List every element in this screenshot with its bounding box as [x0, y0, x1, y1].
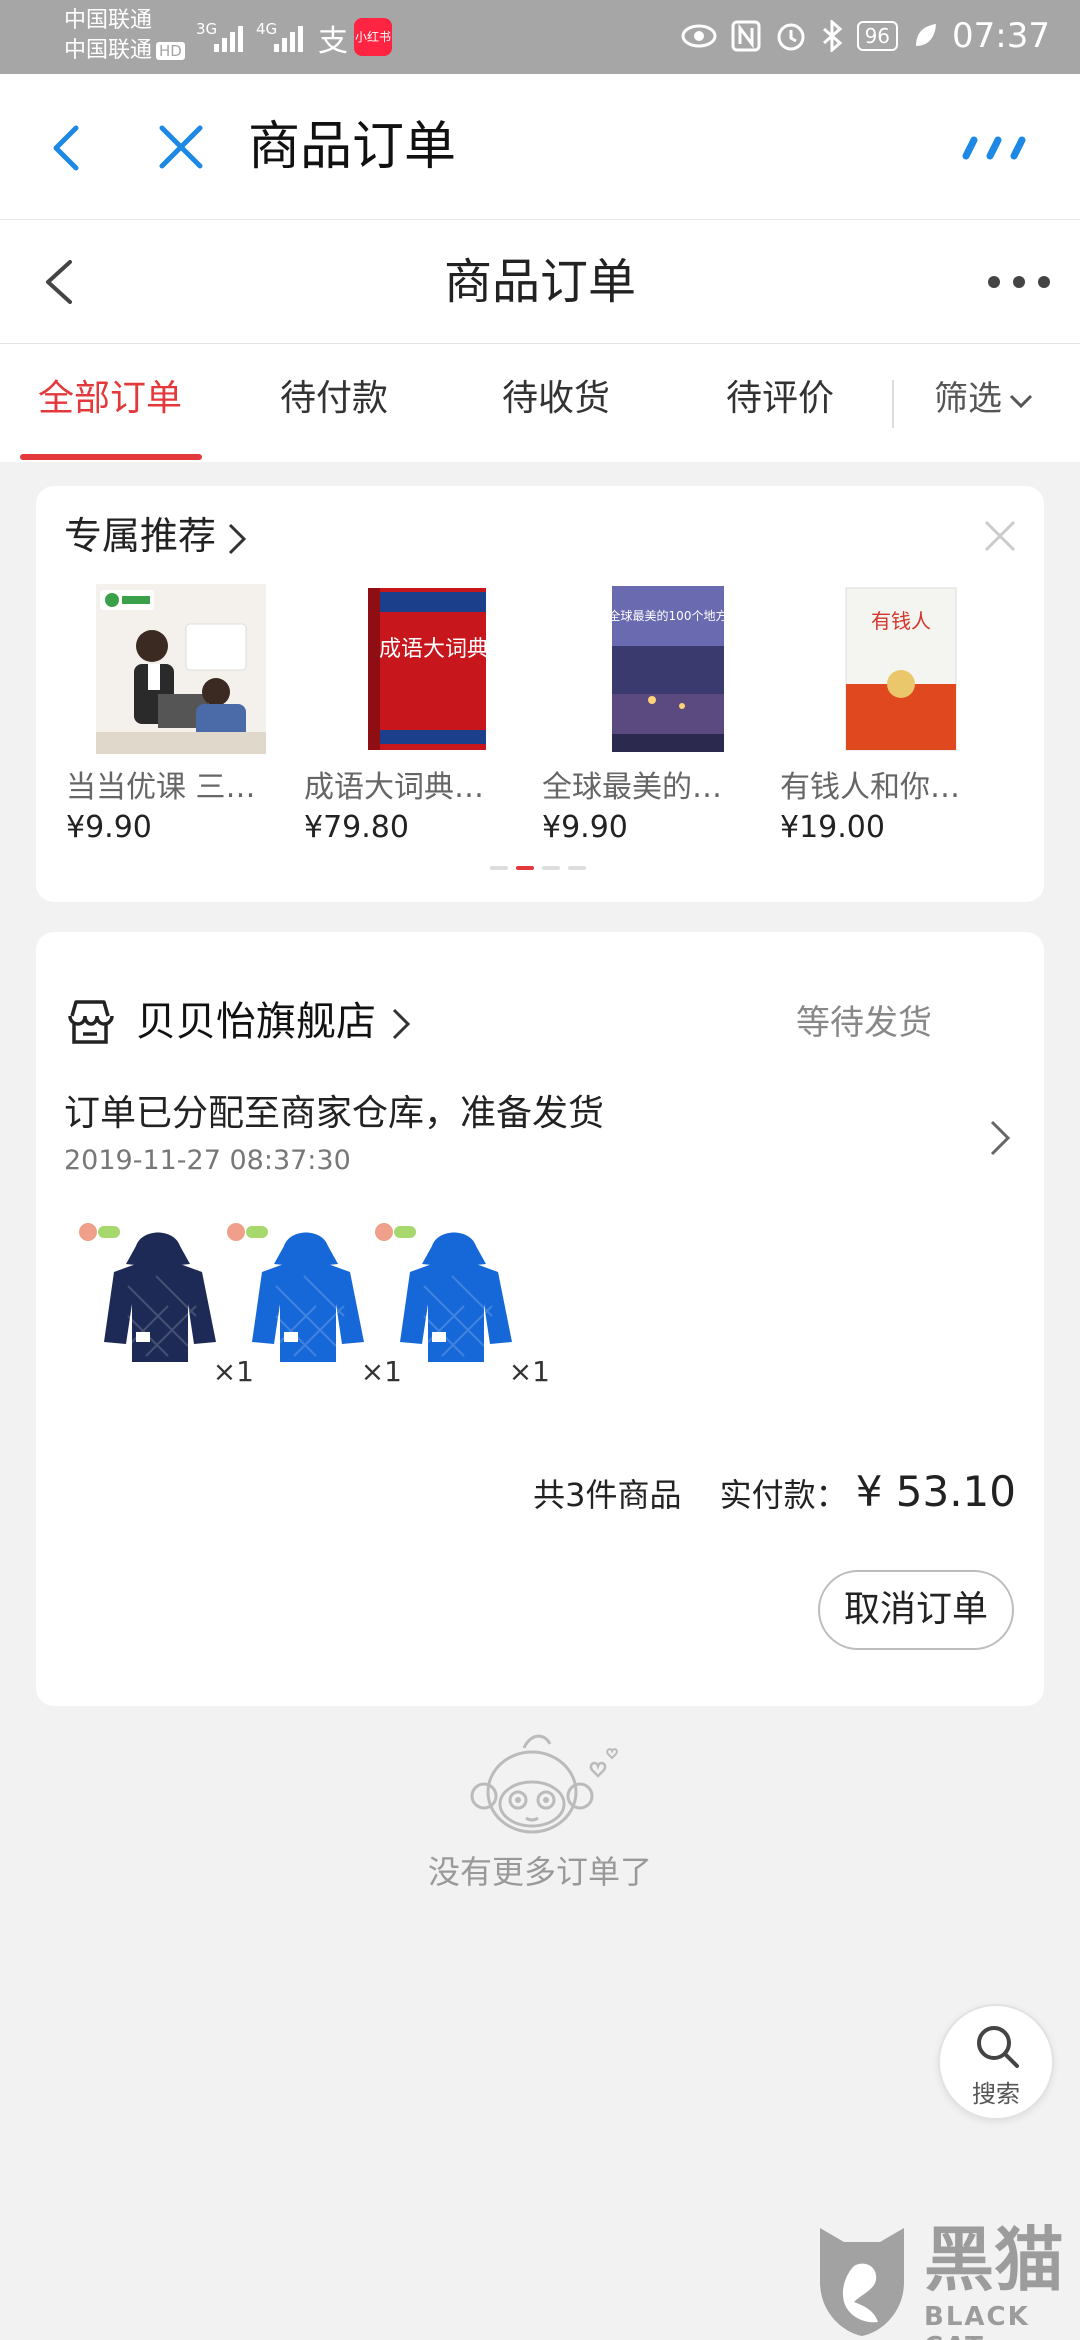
chevron-right-icon — [228, 523, 247, 554]
watermark-cn: 黑猫 — [924, 2219, 1064, 2301]
active-tab-indicator — [20, 454, 202, 460]
shipping-message[interactable]: 订单已分配至商家仓库，准备发货 — [64, 1088, 604, 1140]
recommend-item-price: ¥79.80 — [304, 810, 409, 845]
carrier-2: 中国联通 — [64, 38, 153, 63]
product-image-travel-book: 全球最美的100个地方 — [572, 584, 742, 754]
shop-name: 贝贝怡旗舰店 — [136, 999, 376, 1045]
cancel-order-button[interactable]: 取消订单 — [818, 1570, 1014, 1650]
product-quantity: ×1 — [506, 1355, 552, 1388]
bluetooth-icon — [822, 20, 842, 52]
no-more-orders: 没有更多订单了 — [0, 1730, 1080, 1910]
browser-bar: 商品订单 — [0, 74, 1080, 220]
carousel-dot — [542, 866, 560, 870]
chevron-down-icon — [1009, 394, 1033, 408]
chevron-right-icon — [392, 1008, 411, 1040]
shop-icon — [68, 1000, 114, 1044]
product-image-wealth-book: 有钱人 — [810, 584, 980, 754]
recommend-item-name: 当当优课 三… — [66, 770, 256, 805]
recommend-item[interactable]: 当当优课 三… ¥9.90 — [66, 584, 276, 848]
order-status: 等待发货 — [796, 1003, 932, 1043]
dictionary-cover-title: 成语大词典 — [379, 637, 489, 662]
tab-pending-review[interactable]: 待评价 — [726, 374, 834, 424]
order-card: 贝贝怡旗舰店 等待发货 订单已分配至商家仓库，准备发货 2019-11-27 0… — [36, 932, 1044, 1706]
nfc-icon — [731, 20, 761, 52]
travel-cover-title: 全球最美的100个地方 — [609, 608, 728, 623]
chevron-right-icon[interactable] — [986, 1116, 1014, 1160]
close-icon[interactable] — [980, 516, 1020, 556]
back-arrow-icon[interactable] — [40, 118, 100, 178]
alipay-icon: 支 — [318, 24, 348, 59]
tab-divider — [892, 380, 894, 428]
recommend-item-price: ¥19.00 — [780, 810, 885, 845]
carousel-dot — [516, 866, 534, 870]
carrier-1: 中国联通 — [64, 8, 153, 33]
paid-amount: ¥ 53.10 — [855, 1467, 1016, 1516]
carrier-info: 中国联通 中国联通 HD — [64, 6, 185, 66]
item-count: 共3件商品 — [533, 1476, 682, 1514]
search-label: 搜索 — [972, 2080, 1020, 2108]
tab-pending-payment[interactable]: 待付款 — [280, 374, 388, 424]
product-image-course — [96, 584, 266, 754]
recommend-item-name: 成语大词典… — [304, 770, 484, 805]
order-summary: 共3件商品 实付款： ¥ 53.10 — [533, 1462, 1016, 1525]
tab-pending-receipt[interactable]: 待收货 — [502, 374, 610, 424]
recommend-header[interactable]: 专属推荐 — [64, 508, 248, 564]
hd-badge: HD — [156, 42, 185, 60]
recommend-item-name: 有钱人和你… — [780, 770, 960, 805]
battery-icon: 96 — [856, 21, 899, 51]
tab-all-orders[interactable]: 全部订单 — [38, 374, 182, 424]
filter-label: 筛选 — [934, 379, 1002, 419]
order-tabs: 全部订单 待付款 待收货 待评价 筛选 — [0, 344, 1080, 462]
search-fab[interactable]: 搜索 — [938, 2004, 1054, 2120]
monkey-mascot-icon — [470, 1734, 618, 1834]
page-header: 商品订单 — [0, 220, 1080, 344]
product-thumbnail[interactable]: ×1 — [362, 1216, 552, 1396]
carousel-dot — [490, 866, 508, 870]
filter-button[interactable]: 筛选 — [934, 374, 1034, 424]
close-icon[interactable] — [148, 114, 214, 180]
signal-icon-2 — [274, 24, 308, 52]
more-horizontal-icon[interactable] — [984, 262, 1054, 302]
carousel-dot — [568, 866, 586, 870]
recommend-item-price: ¥9.90 — [542, 810, 628, 845]
recommend-item[interactable]: 有钱人 有钱人和你… ¥19.00 — [780, 584, 990, 848]
recommend-item-name: 全球最美的… — [542, 770, 722, 805]
clock: 07:37 — [952, 16, 1050, 56]
more-dots-icon[interactable] — [962, 132, 1030, 162]
signal-icon-1 — [214, 24, 248, 52]
search-icon — [977, 2026, 1019, 2068]
status-bar: 中国联通 中国联通 HD 3G 4G 支 小红书 96 07:37 — [0, 0, 1080, 74]
shop-link[interactable]: 贝贝怡旗舰店 — [136, 992, 412, 1052]
recommend-item-price: ¥9.90 — [66, 810, 152, 845]
watermark: 黑猫 BLACK CAT — [806, 2220, 1080, 2340]
black-cat-logo-icon — [820, 2228, 904, 2336]
paid-label: 实付款： — [719, 1476, 848, 1514]
wealth-cover-title: 有钱人 — [871, 609, 931, 633]
empty-text: 没有更多订单了 — [427, 1853, 652, 1891]
xiaohongshu-icon: 小红书 — [354, 18, 392, 56]
recommend-item[interactable]: 成语大词典 成语大词典… ¥79.80 — [304, 584, 514, 848]
alarm-icon — [777, 23, 805, 51]
recommend-item[interactable]: 全球最美的100个地方 全球最美的… ¥9.90 — [542, 584, 752, 848]
watermark-en: BLACK CAT — [924, 2302, 1030, 2340]
order-time: 2019-11-27 08:37:30 — [64, 1145, 351, 1176]
eye-icon — [681, 24, 717, 48]
product-image-dictionary: 成语大词典 — [334, 584, 504, 754]
leaf-icon — [916, 24, 937, 46]
page-title: 商品订单 — [443, 254, 636, 310]
recommend-title: 专属推荐 — [64, 514, 217, 558]
recommendations-card: 专属推荐 当当优课 三… ¥9.90 成语大词典 成语大词典… ¥79.80 全… — [36, 486, 1044, 902]
browser-title: 商品订单 — [248, 117, 457, 177]
carousel-indicator — [490, 866, 600, 872]
